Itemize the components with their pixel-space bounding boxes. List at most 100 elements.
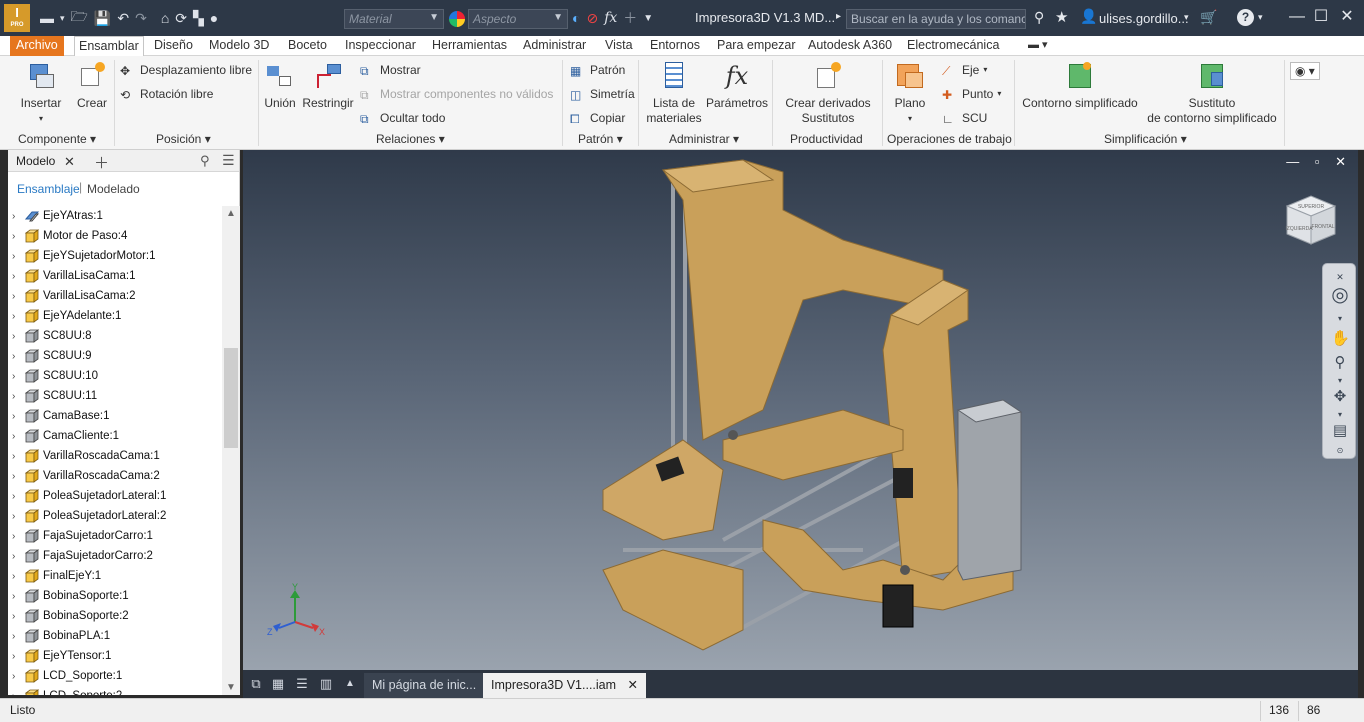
- expand-chevron-icon[interactable]: ›: [12, 671, 24, 682]
- tree-item[interactable]: › EjeYAtras:1: [8, 206, 222, 226]
- browser-close-icon[interactable]: ✕: [64, 154, 75, 170]
- tab-list-icon[interactable]: ▲: [341, 675, 359, 693]
- material-combo[interactable]: Material ▼: [344, 9, 444, 29]
- scroll-thumb[interactable]: [224, 348, 238, 448]
- expand-chevron-icon[interactable]: ›: [12, 631, 24, 642]
- scroll-down-icon[interactable]: ▼: [226, 682, 236, 693]
- pan-icon[interactable]: ✋: [1331, 330, 1350, 348]
- appearance-icon[interactable]: [449, 11, 465, 27]
- desplazamiento-libre-button[interactable]: ✥ Desplazamiento libre: [120, 62, 252, 78]
- group-patron[interactable]: Patrón ▾: [578, 132, 623, 146]
- tree-item[interactable]: › VarillaLisaCama:2: [8, 286, 222, 306]
- user-name[interactable]: ulises.gordillo...: [1099, 11, 1189, 26]
- tile-cascade-icon[interactable]: ⧉: [247, 675, 265, 693]
- expand-chevron-icon[interactable]: ›: [12, 491, 24, 502]
- tree-item[interactable]: › LCD_Soporte:1: [8, 666, 222, 686]
- tree-item[interactable]: › SC8UU:9: [8, 346, 222, 366]
- expand-chevron-icon[interactable]: ›: [12, 351, 24, 362]
- undo-icon[interactable]: ↶: [117, 10, 129, 27]
- tab-herramientas[interactable]: Herramientas: [428, 36, 511, 56]
- group-simplificacion[interactable]: Simplificación ▾: [1104, 132, 1187, 146]
- tree-item[interactable]: › BobinaPLA:1: [8, 626, 222, 646]
- mostrar-button[interactable]: ⧉ Mostrar: [360, 62, 421, 78]
- help-search-input[interactable]: Buscar en la ayuda y los comanc: [846, 9, 1026, 29]
- fx-icon[interactable]: fx: [604, 10, 617, 26]
- expand-chevron-icon[interactable]: ›: [12, 271, 24, 282]
- patron-button[interactable]: ▦ Patrón: [570, 62, 625, 78]
- tab-electromecanica[interactable]: Electromecánica: [903, 36, 1003, 56]
- tree-item[interactable]: › EjeYAdelante:1: [8, 306, 222, 326]
- tab-archivo[interactable]: Archivo: [10, 36, 64, 56]
- cart-icon[interactable]: 🛒: [1200, 9, 1217, 26]
- tab-boceto[interactable]: Boceto: [284, 36, 331, 56]
- parametros-button[interactable]: fx Parámetros: [706, 62, 768, 111]
- printer-model[interactable]: [243, 150, 1358, 670]
- search-arrow-icon[interactable]: ▸: [836, 11, 841, 22]
- expand-chevron-icon[interactable]: ›: [12, 591, 24, 602]
- tab-diseno[interactable]: Diseño: [150, 36, 197, 56]
- appearance-combo[interactable]: Aspecto ▼: [468, 9, 568, 29]
- tree-item[interactable]: › SC8UU:11: [8, 386, 222, 406]
- tab-inspeccionar[interactable]: Inspeccionar: [341, 36, 420, 56]
- tree-item[interactable]: › PoleaSujetadorLateral:1: [8, 486, 222, 506]
- tab-autodesk-a360[interactable]: Autodesk A360: [804, 36, 896, 56]
- steering-wheel-icon[interactable]: ◎: [1331, 285, 1349, 305]
- tree-item[interactable]: › SC8UU:10: [8, 366, 222, 386]
- plano-button[interactable]: Plano ▾: [890, 62, 930, 126]
- inventor-logo[interactable]: I PRO: [4, 4, 30, 32]
- ribbon-options-icon[interactable]: ▬ ▾: [1024, 36, 1052, 56]
- tab-home-page[interactable]: Mi página de inic...: [364, 673, 485, 698]
- tree-item[interactable]: › VarillaRoscadaCama:1: [8, 446, 222, 466]
- expand-chevron-icon[interactable]: ›: [12, 511, 24, 522]
- expand-chevron-icon[interactable]: ›: [12, 611, 24, 622]
- tree-item[interactable]: › FajaSujetadorCarro:1: [8, 526, 222, 546]
- tree-item[interactable]: › BobinaSoporte:1: [8, 586, 222, 606]
- group-posicion[interactable]: Posición ▾: [156, 132, 211, 146]
- expand-chevron-icon[interactable]: ›: [12, 651, 24, 662]
- ocultar-todo-button[interactable]: ⧉ Ocultar todo: [360, 110, 445, 126]
- tab-ensamblar[interactable]: Ensamblar: [74, 36, 144, 57]
- expand-chevron-icon[interactable]: ›: [12, 551, 24, 562]
- insertar-button[interactable]: Insertar ▾: [18, 62, 64, 126]
- ribbon-settings-icon[interactable]: ◉ ▾: [1290, 62, 1320, 80]
- steering-dropdown-icon[interactable]: ▾: [1331, 310, 1349, 328]
- color-wheel-icon[interactable]: ●: [210, 10, 218, 26]
- crear-derivados-button[interactable]: Crear derivados Sustitutos: [782, 62, 874, 126]
- expand-chevron-icon[interactable]: ›: [12, 251, 24, 262]
- expand-chevron-icon[interactable]: ›: [12, 291, 24, 302]
- simetria-button[interactable]: ◫ Simetría: [570, 86, 635, 102]
- doc-tab-close-icon[interactable]: ✕: [628, 678, 638, 692]
- restringir-button[interactable]: Restringir: [302, 62, 354, 111]
- tree-item[interactable]: › SC8UU:8: [8, 326, 222, 346]
- browser-menu-icon[interactable]: ☰: [222, 152, 235, 169]
- group-componente[interactable]: Componente ▾: [18, 132, 96, 146]
- new-file-icon[interactable]: ▬: [40, 10, 54, 26]
- group-administrar[interactable]: Administrar ▾: [669, 132, 739, 146]
- browser-add-icon[interactable]: ＋: [94, 152, 109, 173]
- tab-modelo-3d[interactable]: Modelo 3D: [205, 36, 273, 56]
- dropdown-icon[interactable]: ▾: [60, 13, 65, 24]
- user-dropdown-icon[interactable]: ▾: [1184, 12, 1189, 23]
- tile-horizontal-icon[interactable]: ☰: [293, 675, 311, 693]
- orbit-icon[interactable]: ✥: [1331, 388, 1349, 406]
- expand-chevron-icon[interactable]: ›: [12, 471, 24, 482]
- tree-item[interactable]: › LCD_Soporte:2: [8, 686, 222, 695]
- update-icon[interactable]: ⟳: [175, 10, 187, 27]
- clear-appearance-icon[interactable]: ⊘: [586, 10, 598, 27]
- plus-icon[interactable]: ＋: [623, 8, 637, 28]
- help-icon[interactable]: ?: [1237, 9, 1254, 26]
- scu-button[interactable]: ∟ SCU: [942, 110, 987, 126]
- eje-button[interactable]: ⟋ Eje ▾: [942, 62, 987, 78]
- tree-item[interactable]: › VarillaLisaCama:1: [8, 266, 222, 286]
- tree-item[interactable]: › FinalEjeY:1: [8, 566, 222, 586]
- customize-icon[interactable]: ▼: [643, 13, 653, 24]
- expand-chevron-icon[interactable]: ›: [12, 451, 24, 462]
- tree-item[interactable]: › VarillaRoscadaCama:2: [8, 466, 222, 486]
- tree-item[interactable]: › PoleaSujetadorLateral:2: [8, 506, 222, 526]
- browser-tab-modelo[interactable]: Modelo: [16, 154, 55, 168]
- tree-item[interactable]: › EjeYSujetadorMotor:1: [8, 246, 222, 266]
- expand-chevron-icon[interactable]: ›: [12, 571, 24, 582]
- lista-materiales-button[interactable]: Lista de materiales: [644, 62, 704, 126]
- tab-entornos[interactable]: Entornos: [646, 36, 704, 56]
- home-icon[interactable]: ⌂: [161, 10, 169, 26]
